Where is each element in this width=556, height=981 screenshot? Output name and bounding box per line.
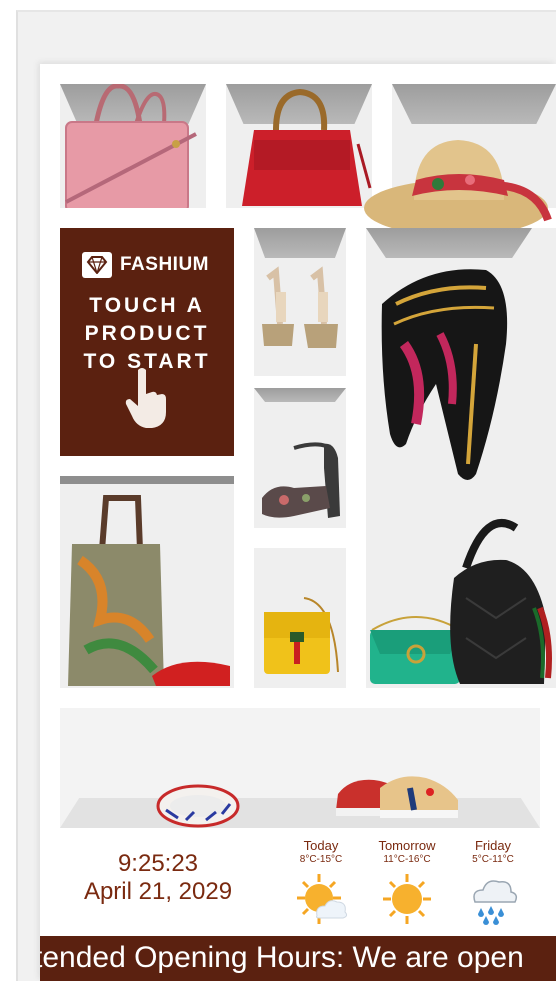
pink-tote-bag[interactable]: [60, 84, 206, 208]
weather-temp-range: 8°C-15°C: [299, 854, 343, 865]
product-cell-tiger-tote[interactable]: [60, 476, 234, 688]
product-cell-straw-hat[interactable]: [364, 84, 556, 236]
brand-name: FASHIUM: [120, 254, 209, 275]
weather-day-label: Friday: [474, 838, 512, 853]
product-cell-yellow-bag[interactable]: [254, 548, 346, 688]
weather-friday: Friday 5°C-11°C: [448, 838, 538, 931]
product-cell-red-bamboo-bag[interactable]: [226, 84, 372, 208]
rain-cloud-icon: [473, 880, 518, 925]
touch-to-start-panel[interactable]: FASHIUM TOUCH A PRODUCT TO START: [60, 228, 234, 456]
announcement-ticker: tended Opening Hours: We are open: [40, 936, 556, 981]
product-cell-platform-sandals[interactable]: [254, 228, 346, 376]
sun-icon: [383, 874, 431, 924]
yellow-shoulder-bag[interactable]: [254, 592, 346, 684]
sun-cloud-icon: [297, 874, 348, 924]
pointing-hand-icon: [125, 368, 166, 428]
weather-today: Today 8°C-15°C: [276, 838, 366, 931]
weather-day-label: Tomorrow: [378, 838, 436, 853]
diamond-logo-icon: [82, 252, 112, 278]
black-silk-scarf[interactable]: [376, 264, 516, 494]
weather-temp-range: 5°C-11°C: [472, 854, 514, 865]
ticker-text: tended Opening Hours: We are open: [40, 941, 524, 974]
product-cell-floral-heel[interactable]: [254, 388, 346, 528]
clock-widget: 9:25:23 April 21, 2029: [68, 850, 248, 906]
weather-day-label: Today: [303, 838, 339, 853]
floral-platform-heel[interactable]: [254, 438, 346, 528]
embroidered-sneakers[interactable]: [330, 764, 464, 820]
black-hobo-bag[interactable]: [436, 508, 556, 688]
floral-straw-hat[interactable]: [358, 120, 554, 240]
platform-sandals[interactable]: [254, 264, 346, 374]
printed-bangle-bracelet[interactable]: [156, 784, 240, 828]
printed-tiger-tote[interactable]: [60, 490, 234, 688]
current-date: April 21, 2029: [83, 878, 233, 905]
red-bamboo-handle-bag[interactable]: [232, 84, 372, 208]
brand-header: FASHIUM: [82, 252, 209, 278]
current-time: 9:25:23: [117, 850, 199, 877]
weather-tomorrow: Tomorrow 11°C-16°C: [362, 838, 452, 931]
weather-temp-range: 11°C-16°C: [383, 854, 431, 865]
touch-to-start-text: TOUCH A PRODUCT TO START: [83, 294, 211, 373]
kiosk-screen: FASHIUM TOUCH A PRODUCT TO START 9:25:23…: [40, 64, 556, 981]
product-cell-pink-tote[interactable]: [60, 84, 206, 208]
product-cell-sneakers-bracelet[interactable]: [60, 708, 540, 828]
